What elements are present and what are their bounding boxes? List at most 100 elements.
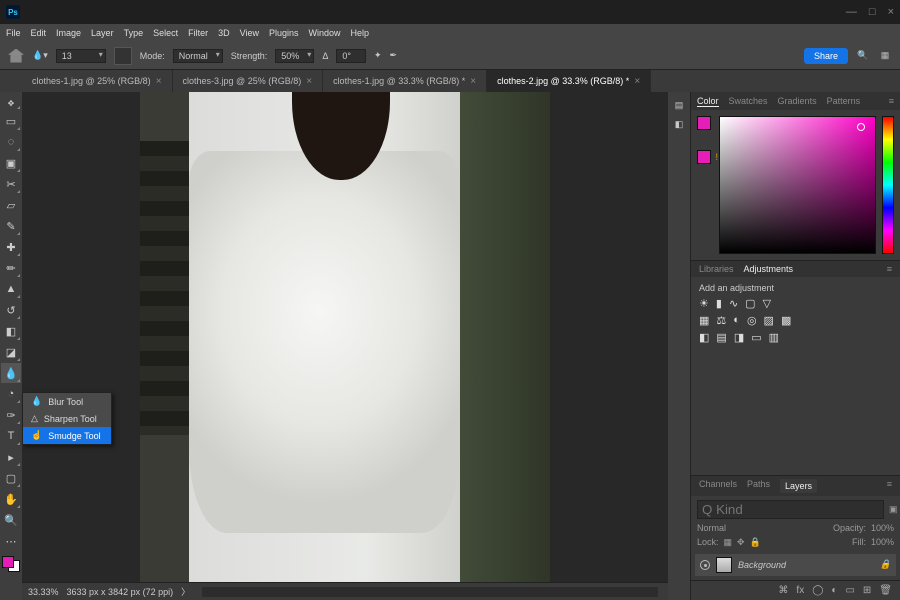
delete-layer-icon[interactable]: 🗑 [879, 585, 892, 596]
layer-name[interactable]: Background [738, 560, 786, 570]
lock-icon[interactable]: 🔒 [880, 559, 891, 570]
adj-bw-icon[interactable]: ◐ [733, 314, 740, 327]
shape-tool[interactable]: ▢ [1, 468, 21, 488]
pressure-icon[interactable]: ✦ [374, 50, 382, 61]
adj-levels-icon[interactable]: ▮ [716, 297, 722, 310]
menu-window[interactable]: Window [309, 28, 341, 38]
dodge-tool[interactable]: ◔ [1, 384, 21, 404]
properties-panel-icon[interactable]: ◧ [675, 119, 684, 130]
panel-menu-icon[interactable]: ≡ [889, 96, 894, 106]
lock-position-icon[interactable]: ✥ [737, 537, 745, 548]
menu-filter[interactable]: Filter [188, 28, 208, 38]
tab-paths[interactable]: Paths [747, 479, 770, 493]
adj-gradientmap-icon[interactable]: ▭ [751, 331, 761, 344]
tab-adjustments[interactable]: Adjustments [744, 264, 794, 274]
menu-layer[interactable]: Layer [91, 28, 114, 38]
gamut-warning-icon[interactable] [697, 150, 711, 164]
adj-invert-icon[interactable]: ◧ [699, 331, 709, 344]
close-icon[interactable]: × [470, 76, 476, 87]
type-tool[interactable]: T [1, 426, 21, 446]
adj-exposure-icon[interactable]: ▢ [745, 297, 755, 310]
heal-tool[interactable]: ✚ [1, 237, 21, 257]
gradient-tool[interactable]: ◪ [1, 342, 21, 362]
adj-vibrance-icon[interactable]: ▽ [763, 297, 771, 310]
lasso-tool[interactable]: ◌ [1, 132, 21, 152]
close-button[interactable]: × [888, 6, 894, 18]
layer-style-icon[interactable]: fx [796, 585, 804, 596]
hue-slider[interactable] [882, 116, 894, 254]
tab-libraries[interactable]: Libraries [699, 264, 734, 274]
tab-gradients[interactable]: Gradients [778, 96, 817, 106]
minimize-button[interactable]: — [846, 6, 857, 18]
object-select-tool[interactable]: ▣ [1, 153, 21, 173]
tool-preset-icon[interactable]: 💧▾ [32, 50, 48, 61]
tab-doc-3[interactable]: clothes-1.jpg @ 33.3% (RGB/8) *× [323, 70, 487, 92]
layer-thumbnail[interactable] [716, 557, 732, 573]
link-layers-icon[interactable]: ⌘ [778, 585, 788, 596]
new-layer-icon[interactable]: ⊞ [863, 585, 871, 596]
lock-all-icon[interactable]: 🔒 [750, 537, 761, 548]
close-icon[interactable]: × [634, 76, 640, 87]
eraser-tool[interactable]: ◧ [1, 321, 21, 341]
flyout-smudge[interactable]: ☝Smudge Tool [23, 427, 111, 444]
brush-preview[interactable] [114, 47, 132, 65]
adj-mixer-icon[interactable]: ▨ [764, 314, 774, 327]
flyout-sharpen[interactable]: △Sharpen Tool [23, 410, 111, 427]
lock-pixels-icon[interactable]: ▦ [724, 537, 733, 548]
brush-tool[interactable]: ✏ [1, 258, 21, 278]
marquee-tool[interactable]: ▭ [1, 111, 21, 131]
adj-lookup-icon[interactable]: ▩ [781, 314, 791, 327]
menu-plugins[interactable]: Plugins [269, 28, 299, 38]
tab-doc-4[interactable]: clothes-2.jpg @ 33.3% (RGB/8) *× [487, 70, 651, 92]
angle-input[interactable]: 0° [336, 49, 366, 63]
adj-photo-filter-icon[interactable]: ◎ [747, 314, 757, 327]
history-brush-tool[interactable]: ↺ [1, 300, 21, 320]
hand-tool[interactable]: ✋ [1, 489, 21, 509]
layer-mask-icon[interactable]: ◯ [812, 585, 823, 596]
blur-tool[interactable]: 💧 [1, 363, 21, 383]
close-icon[interactable]: × [156, 76, 162, 87]
adj-selective-icon[interactable]: ▥ [769, 331, 779, 344]
strength-input[interactable]: 50% [275, 49, 314, 63]
doc-info[interactable]: 3633 px x 3842 px (72 ppi) [67, 587, 174, 597]
tab-channels[interactable]: Channels [699, 479, 737, 493]
crop-tool[interactable]: ✂ [1, 174, 21, 194]
search-icon[interactable]: 🔍 [856, 49, 870, 63]
close-icon[interactable]: × [306, 76, 312, 87]
menu-help[interactable]: Help [351, 28, 370, 38]
panel-menu-icon[interactable]: ≡ [887, 479, 892, 493]
adj-curves-icon[interactable]: ∿ [729, 297, 738, 310]
brush-preset[interactable]: 13 [56, 49, 106, 63]
eyedropper-tool[interactable]: ✎ [1, 216, 21, 236]
move-tool[interactable]: ✥ [1, 96, 21, 110]
tab-doc-2[interactable]: clothes-3.jpg @ 25% (RGB/8)× [173, 70, 324, 92]
new-adjustment-icon[interactable]: ◐ [831, 585, 837, 596]
new-group-icon[interactable]: ▭ [845, 585, 854, 596]
menu-type[interactable]: Type [124, 28, 144, 38]
mode-select[interactable]: Normal [173, 49, 223, 63]
history-panel-icon[interactable]: ▤ [675, 100, 684, 111]
pen-tool[interactable]: ✑ [1, 405, 21, 425]
maximize-button[interactable]: □ [869, 6, 876, 18]
stamp-tool[interactable]: ▲ [1, 279, 21, 299]
menu-select[interactable]: Select [153, 28, 178, 38]
adj-balance-icon[interactable]: ⚖ [716, 314, 726, 327]
opacity-value[interactable]: 100% [871, 523, 894, 533]
layer-row[interactable]: Background 🔒 [695, 554, 896, 576]
color-swatches[interactable] [2, 556, 20, 572]
layer-filter-input[interactable] [697, 500, 884, 519]
panel-menu-icon[interactable]: ≡ [887, 264, 892, 274]
path-select-tool[interactable]: ▸ [1, 447, 21, 467]
menu-file[interactable]: File [6, 28, 21, 38]
visibility-toggle[interactable] [700, 560, 710, 570]
blend-mode-select[interactable]: Normal [697, 523, 726, 533]
foreground-swatch[interactable] [2, 556, 14, 568]
zoom-level[interactable]: 33.33% [28, 587, 59, 597]
scroll-h[interactable] [202, 587, 658, 597]
menu-view[interactable]: View [240, 28, 259, 38]
edit-toolbar[interactable]: ⋯ [1, 531, 21, 551]
filter-pixel-icon[interactable]: ▣ [889, 504, 898, 515]
canvas[interactable] [22, 92, 668, 582]
workspace-icon[interactable]: ▦ [878, 49, 892, 63]
color-picker[interactable] [719, 116, 876, 254]
